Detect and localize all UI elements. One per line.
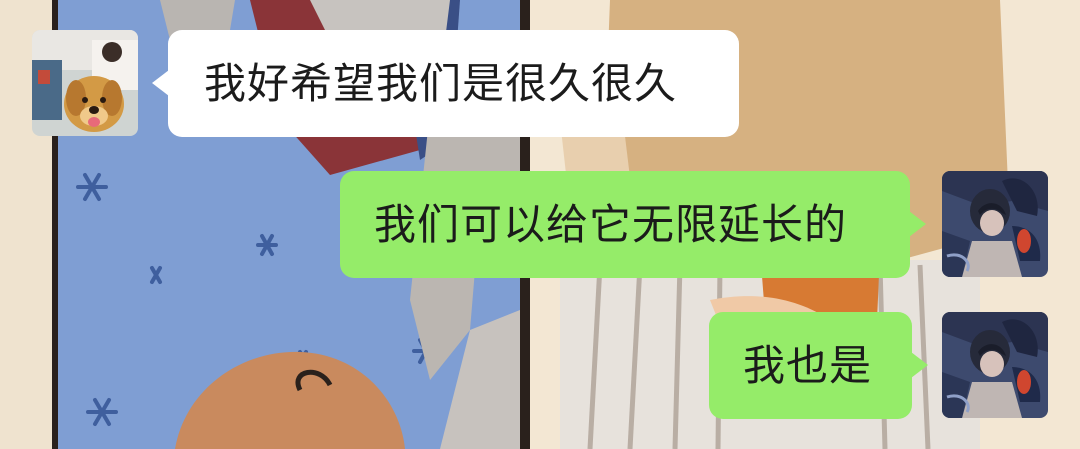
- message-text: 我好希望我们是很久很久: [204, 58, 678, 108]
- message-text: 我也是: [743, 340, 873, 390]
- bubble-tail: [911, 352, 928, 378]
- my-avatar[interactable]: [942, 171, 1048, 277]
- dark-anime-character-icon: [942, 312, 1048, 418]
- chat-message-list: 我好希望我们是很久很久 我们可以给它无限延长的 我也是: [0, 0, 1080, 449]
- golden-retriever-photo-icon: [32, 30, 138, 136]
- friend-avatar[interactable]: [32, 30, 138, 136]
- bubble-tail: [909, 211, 926, 237]
- dark-anime-character-icon: [942, 171, 1048, 277]
- message-bubble-incoming[interactable]: 我好希望我们是很久很久: [152, 30, 739, 137]
- bubble-tail: [152, 70, 169, 96]
- my-avatar[interactable]: [942, 312, 1048, 418]
- message-bubble-outgoing[interactable]: 我们可以给它无限延长的: [340, 171, 926, 278]
- message-text: 我们可以给它无限延长的: [374, 199, 848, 249]
- message-bubble-outgoing[interactable]: 我也是: [709, 312, 928, 419]
